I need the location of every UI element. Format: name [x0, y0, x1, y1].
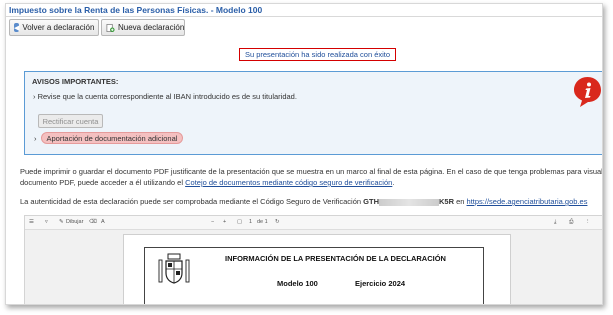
draw-icon[interactable]: ✎ — [59, 219, 64, 225]
new-button-label: Nueva declaración — [118, 23, 185, 32]
additional-documentation-item[interactable]: › Aportación de documentación adicional — [34, 132, 184, 144]
cotejo-link[interactable]: Cotejo de documentos mediante código seg… — [185, 178, 392, 187]
notice-item: › Revise que la cuenta correspondiente a… — [33, 92, 297, 101]
pdf-viewer[interactable]: ☰ ▿ ✎ Dibujar ⌫ A − + ▢ 1 de 1 ↻ ⤓ ⎙ ⋮ I… — [24, 215, 602, 304]
important-notices-panel: AVISOS IMPORTANTES: › Revise que la cuen… — [24, 71, 602, 155]
sede-link[interactable]: https://sede.agenciatributaria.gob.es — [467, 197, 588, 206]
success-message: Su presentación ha sido realizada con éx… — [239, 48, 396, 61]
csv-intro-text: La autenticidad de esta declaración pued… — [20, 197, 364, 206]
back-to-declaration-button[interactable]: ◀ Volver a declaración — [9, 19, 99, 36]
print-icon[interactable]: ⎙ — [569, 219, 573, 226]
zoom-in-icon[interactable]: + — [223, 219, 226, 225]
info-paragraph-3: La autenticidad de esta declaración pued… — [20, 197, 587, 206]
filter-icon[interactable]: ▿ — [45, 219, 48, 225]
more-options-icon[interactable]: ⋮ — [585, 219, 591, 225]
new-declaration-button[interactable]: Nueva declaración — [101, 19, 185, 36]
chevron-right-icon: › — [34, 133, 37, 143]
notice-item-text: Revise que la cuenta correspondiente al … — [37, 92, 297, 101]
text-tool-icon[interactable]: A — [101, 219, 105, 225]
fit-page-icon[interactable]: ▢ — [237, 219, 242, 225]
notices-title: AVISOS IMPORTANTES: — [32, 77, 119, 86]
page-total: de 1 — [257, 219, 268, 225]
header-divider — [6, 16, 602, 17]
info-paragraph-2-end: . — [392, 178, 395, 187]
csv-code-end: K5R — [439, 197, 455, 206]
csv-code-redacted — [379, 198, 439, 206]
info-paragraph-2-text: documento PDF, puede acceder a él utiliz… — [20, 178, 186, 187]
eraser-icon[interactable]: ⌫ — [89, 219, 97, 225]
download-icon[interactable]: ⤓ — [554, 219, 556, 226]
additional-documentation-link[interactable]: Aportación de documentación adicional — [40, 132, 184, 144]
back-arrow-icon: ◀ — [14, 23, 20, 32]
page-title: Impuesto sobre la Renta de las Personas … — [9, 5, 263, 15]
zoom-out-icon[interactable]: − — [211, 219, 214, 225]
document-year: Ejercicio 2024 — [355, 279, 406, 288]
info-icon — [574, 77, 601, 107]
draw-label[interactable]: Dibujar — [66, 219, 83, 225]
page-current[interactable]: 1 — [249, 219, 252, 225]
new-document-icon — [106, 23, 115, 33]
csv-code-start: GTH — [363, 197, 379, 206]
sidebar-toggle-icon[interactable]: ☰ — [29, 219, 34, 225]
info-paragraph-2: documento PDF, puede acceder a él utiliz… — [20, 178, 394, 187]
pdf-page: INFORMACIÓN DE LA PRESENTACIÓN DE LA DEC… — [123, 234, 511, 304]
pdf-toolbar: ☰ ▿ ✎ Dibujar ⌫ A − + ▢ 1 de 1 ↻ ⤓ ⎙ ⋮ — [25, 216, 602, 230]
document-header: INFORMACIÓN DE LA PRESENTACIÓN DE LA DEC… — [144, 247, 484, 304]
document-model: Modelo 100 — [277, 279, 318, 288]
coat-of-arms-icon — [158, 253, 190, 284]
rotate-icon[interactable]: ↻ — [275, 219, 280, 225]
back-button-label: Volver a declaración — [22, 23, 95, 32]
csv-connector: en — [454, 197, 467, 206]
info-paragraph-1: Puede imprimir o guardar el documento PD… — [20, 167, 603, 176]
app-window: Impuesto sobre la Renta de las Personas … — [5, 3, 603, 305]
document-title: INFORMACIÓN DE LA PRESENTACIÓN DE LA DEC… — [225, 254, 446, 263]
rectify-account-button[interactable]: Rectificar cuenta — [38, 114, 103, 128]
